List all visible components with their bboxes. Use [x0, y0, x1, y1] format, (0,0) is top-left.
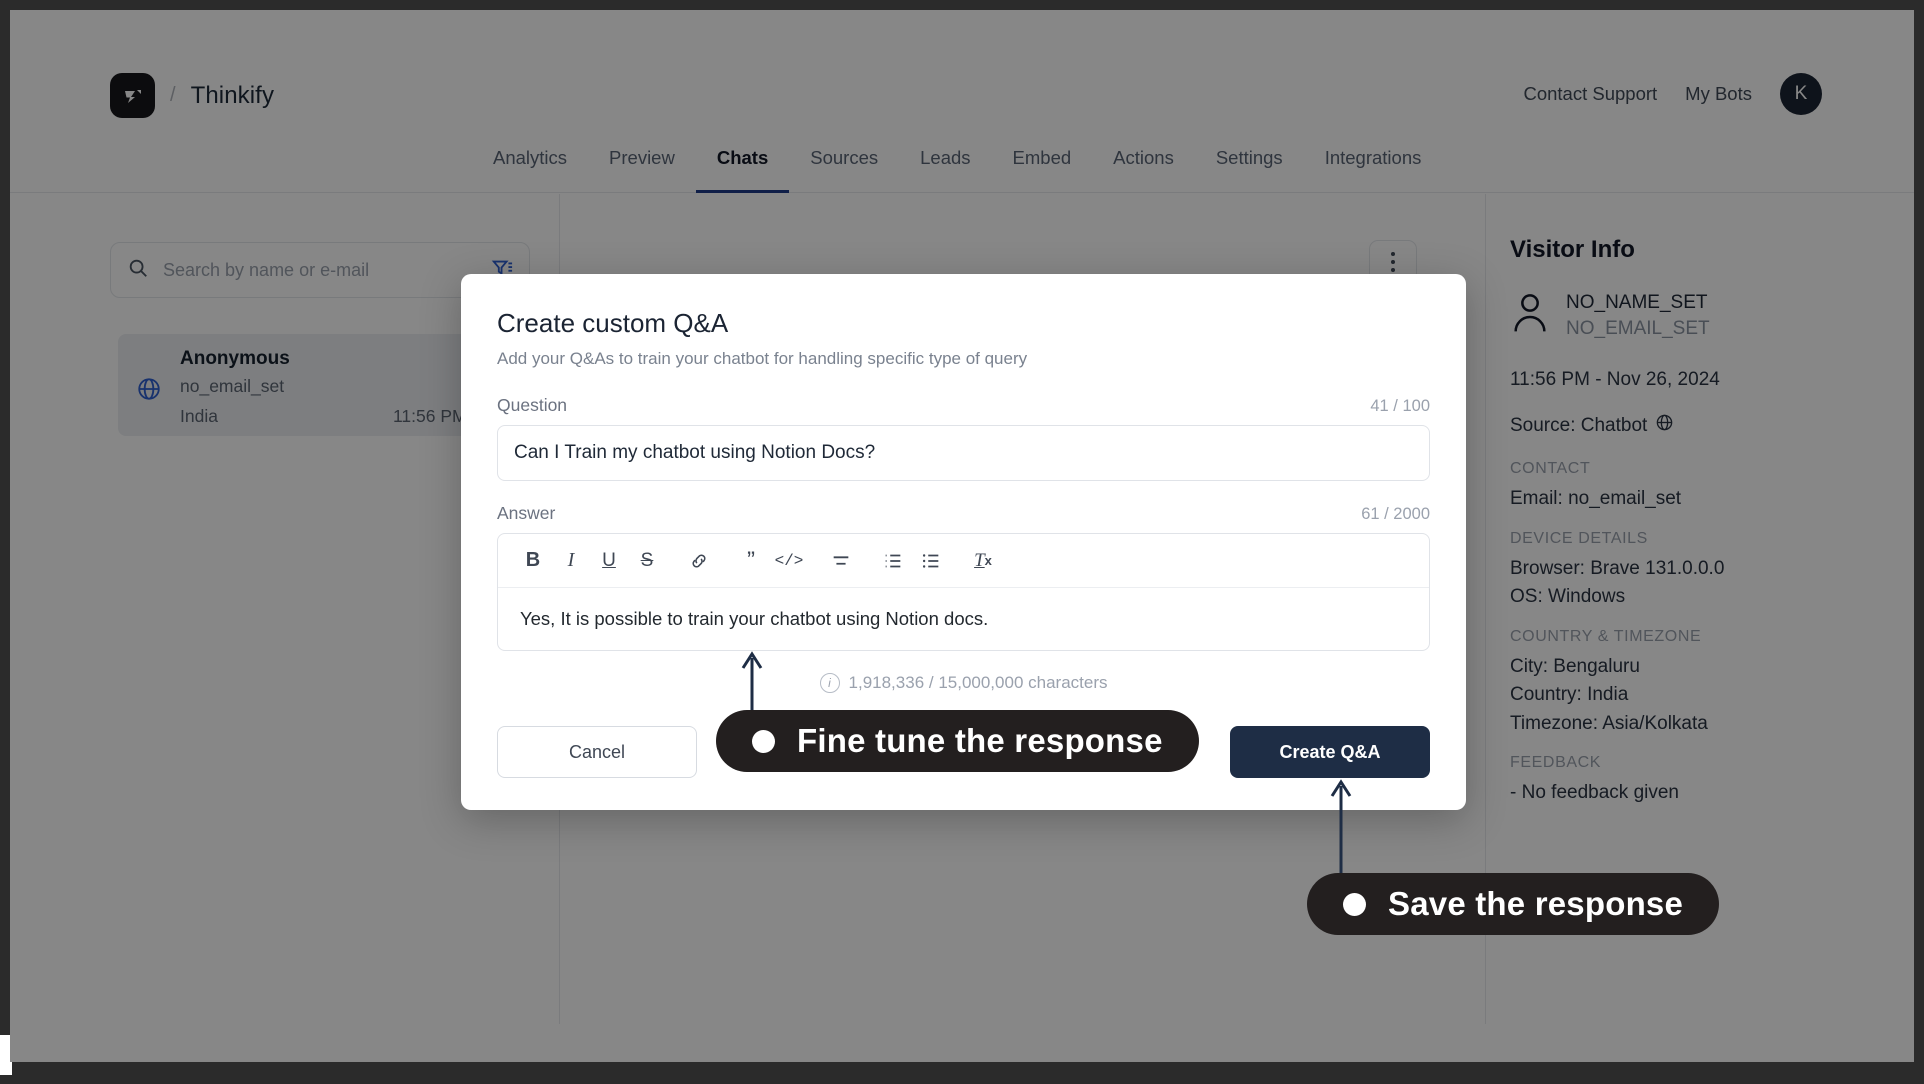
callout-fine-tune-text: Fine tune the response: [797, 722, 1163, 759]
italic-icon[interactable]: I: [552, 542, 590, 580]
answer-counter: 61 / 2000: [1361, 505, 1430, 523]
info-icon: i: [819, 673, 840, 693]
answer-label: Answer: [497, 503, 556, 523]
link-icon[interactable]: [680, 542, 718, 580]
cancel-button[interactable]: Cancel: [497, 726, 697, 778]
strikethrough-icon[interactable]: S: [628, 542, 666, 580]
modal-title: Create custom Q&A: [497, 308, 729, 338]
editor-toolbar: B I U S ” </> T x: [498, 534, 1429, 588]
screenshot-root: / Thinkify Contact Support My Bots K Ana…: [0, 0, 1924, 1084]
question-counter: 41 / 100: [1370, 397, 1430, 415]
clear-format-icon[interactable]: Tx: [964, 542, 1002, 580]
bold-icon[interactable]: B: [514, 542, 552, 580]
character-usage-text: 1,918,336 / 15,000,000 characters: [848, 673, 1108, 692]
answer-text[interactable]: Yes, It is possible to train your chatbo…: [498, 588, 1429, 650]
modal-subtitle: Add your Q&As to train your chatbot for …: [497, 349, 1028, 368]
character-usage-note: i 1,918,336 / 15,000,000 characters: [497, 673, 1430, 693]
callout-save-response: Save the response: [1307, 873, 1720, 935]
align-icon[interactable]: [822, 542, 860, 580]
blockquote-icon[interactable]: ”: [732, 542, 770, 580]
underline-icon[interactable]: U: [590, 542, 628, 580]
callout-save-response-text: Save the response: [1388, 885, 1684, 922]
ordered-list-icon[interactable]: [874, 542, 912, 580]
question-label: Question: [497, 395, 568, 415]
callout-dot-icon: [1343, 892, 1366, 916]
callout-dot-icon: [752, 729, 775, 753]
answer-editor: B I U S ” </> T x Yes, It is possible to…: [497, 533, 1430, 651]
create-qa-button[interactable]: Create Q&A: [1230, 726, 1430, 778]
callout-fine-tune: Fine tune the response: [716, 710, 1199, 772]
code-icon[interactable]: </>: [770, 542, 808, 580]
arrow-to-create-button: [1330, 779, 1352, 884]
question-input[interactable]: [497, 425, 1430, 481]
question-field-header: Question 41 / 100: [497, 395, 1430, 416]
answer-field-header: Answer 61 / 2000: [497, 503, 1430, 524]
bullet-list-icon[interactable]: [912, 542, 950, 580]
